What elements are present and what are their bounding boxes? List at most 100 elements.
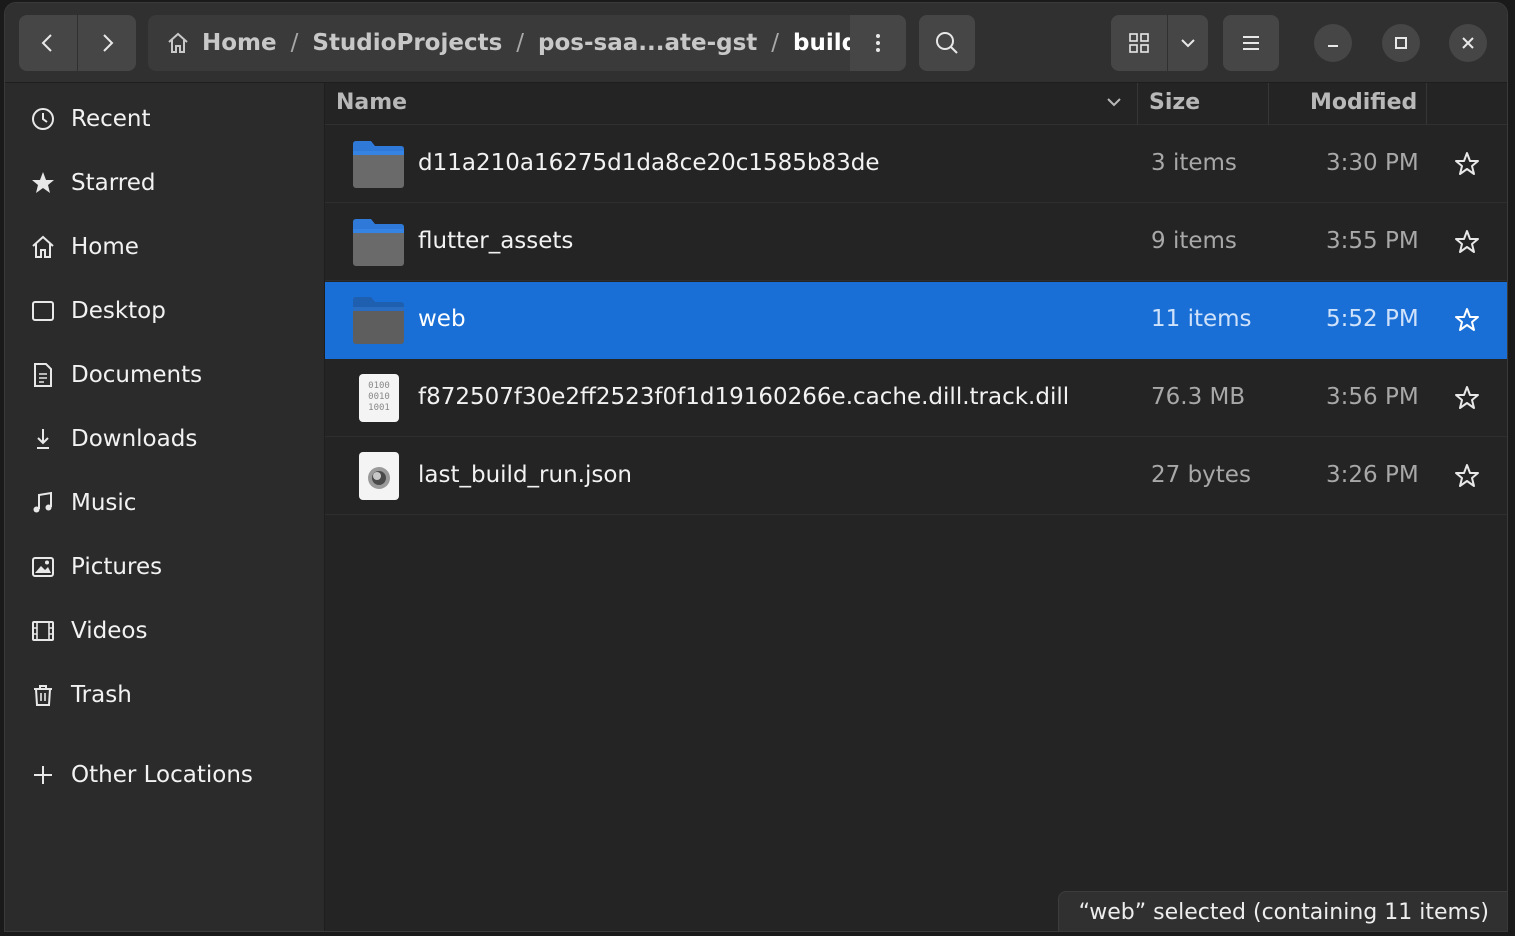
sidebar-item-home[interactable]: Home: [5, 219, 325, 275]
status-bar: “web” selected (containing 11 items): [1057, 891, 1507, 931]
file-size: 76.3 MB: [1151, 384, 1246, 410]
sidebar-item-other-locations[interactable]: Other Locations: [5, 747, 325, 803]
file-size: 27 bytes: [1151, 462, 1251, 488]
breadcrumb-separator: /: [516, 30, 525, 56]
music-icon: [27, 487, 59, 519]
sidebar-item-music[interactable]: Music: [5, 475, 325, 531]
folder-icon: [353, 141, 404, 188]
table-row-selected[interactable]: web 11 items 5:52 PM: [325, 282, 1507, 359]
main-menu-button[interactable]: [1223, 15, 1279, 71]
minimize-icon: [1328, 45, 1338, 47]
table-row[interactable]: flutter_assets 9 items 3:55 PM: [325, 204, 1507, 281]
sidebar-item-trash[interactable]: Trash: [5, 667, 325, 723]
trash-icon: [27, 679, 59, 711]
star-outline-icon[interactable]: [1453, 384, 1481, 412]
file-modified: 3:30 PM: [1326, 150, 1419, 176]
svg-text:0100: 0100: [368, 381, 390, 391]
star-outline-icon[interactable]: [1453, 306, 1481, 334]
sidebar-item-label: Starred: [71, 170, 156, 196]
picture-icon: [27, 551, 59, 583]
sidebar-item-label: Documents: [71, 362, 203, 388]
minimize-button[interactable]: [1314, 24, 1352, 62]
maximize-button[interactable]: [1382, 24, 1420, 62]
video-icon: [27, 615, 59, 647]
sidebar-item-downloads[interactable]: Downloads: [5, 411, 325, 467]
sidebar-item-starred[interactable]: Starred: [5, 155, 325, 211]
back-button[interactable]: [19, 15, 77, 71]
column-header: Name Size Modified: [325, 83, 1507, 125]
table-row[interactable]: 0100 0010 1001 f872507f30e2ff2523f0f1d1916…: [325, 360, 1507, 437]
sidebar-item-label: Videos: [71, 618, 148, 644]
column-name-header[interactable]: Name: [336, 90, 407, 115]
breadcrumb-separator: /: [290, 30, 299, 56]
sidebar-item-label: Home: [71, 234, 139, 260]
file-name: last_build_run.json: [418, 462, 632, 488]
plus-icon: [27, 759, 59, 791]
breadcrumb: Home / StudioProjects / pos-saa...ate-gs…: [148, 15, 906, 71]
star-outline-icon[interactable]: [1453, 462, 1481, 490]
view-options-dropdown[interactable]: [1168, 15, 1208, 71]
column-divider[interactable]: [1268, 83, 1269, 125]
sidebar-item-label: Recent: [71, 106, 151, 132]
file-modified: 3:55 PM: [1326, 228, 1419, 254]
sidebar-item-recent[interactable]: Recent: [5, 91, 325, 147]
svg-text:0010: 0010: [368, 392, 390, 402]
sidebar-item-label: Pictures: [71, 554, 163, 580]
chevron-down-icon: [1181, 39, 1195, 48]
svg-text:1001: 1001: [368, 403, 390, 413]
hamburger-menu-icon: [1243, 36, 1259, 50]
sidebar-item-pictures[interactable]: Pictures: [5, 539, 325, 595]
column-divider[interactable]: [1137, 83, 1138, 125]
column-divider[interactable]: [1426, 83, 1427, 125]
vertical-dots-icon: [876, 34, 880, 52]
file-size: 3 items: [1151, 150, 1237, 176]
chevron-right-icon: [103, 34, 114, 52]
sidebar-item-label: Music: [71, 490, 137, 516]
sidebar-item-label: Downloads: [71, 426, 198, 452]
status-text: “web” selected (containing 11 items): [1078, 900, 1489, 925]
file-modified: 5:52 PM: [1326, 306, 1419, 332]
close-button[interactable]: [1449, 24, 1487, 62]
sidebar: Recent Starred Home Desktop Documents Do…: [5, 83, 325, 931]
search-button[interactable]: [919, 15, 975, 71]
file-manager-window: Home / StudioProjects / pos-saa...ate-gs…: [4, 2, 1508, 932]
sidebar-item-label: Desktop: [71, 298, 166, 324]
column-modified-header[interactable]: Modified: [1310, 90, 1417, 115]
chevron-down-icon[interactable]: [1103, 91, 1125, 113]
file-size: 9 items: [1151, 228, 1237, 254]
star-outline-icon[interactable]: [1453, 228, 1481, 256]
json-file-icon: [359, 452, 399, 500]
breadcrumb-studioprojects[interactable]: StudioProjects: [312, 30, 502, 56]
file-list: Name Size Modified d11a210a16275d1da8ce2…: [325, 83, 1507, 931]
binary-file-icon: 010000101001: [359, 374, 399, 422]
desktop-icon: [27, 295, 59, 327]
file-name: d11a210a16275d1da8ce20c1585b83de: [418, 150, 880, 176]
search-icon: [936, 32, 958, 54]
chevron-left-icon: [41, 34, 52, 52]
breadcrumb-pos-saas[interactable]: pos-saa...ate-gst: [538, 30, 757, 56]
sidebar-item-label: Trash: [71, 682, 132, 708]
home-icon: [27, 231, 59, 263]
forward-button[interactable]: [78, 15, 136, 71]
grid-view-icon: [1129, 33, 1149, 53]
star-outline-icon[interactable]: [1453, 150, 1481, 178]
header-bar: Home / StudioProjects / pos-saa...ate-gs…: [5, 3, 1507, 83]
maximize-icon: [1395, 37, 1407, 49]
sidebar-item-videos[interactable]: Videos: [5, 603, 325, 659]
file-name: flutter_assets: [418, 228, 574, 254]
breadcrumb-build[interactable]: build: [793, 30, 858, 56]
sidebar-item-documents[interactable]: Documents: [5, 347, 325, 403]
folder-icon: [353, 219, 404, 266]
column-size-header[interactable]: Size: [1149, 90, 1200, 115]
sidebar-item-desktop[interactable]: Desktop: [5, 283, 325, 339]
breadcrumb-home[interactable]: Home: [202, 30, 277, 56]
star-icon: [27, 167, 59, 199]
table-row[interactable]: last_build_run.json 27 bytes 3:26 PM: [325, 438, 1507, 515]
download-icon: [27, 423, 59, 455]
file-modified: 3:56 PM: [1326, 384, 1419, 410]
table-row[interactable]: d11a210a16275d1da8ce20c1585b83de 3 items…: [325, 126, 1507, 203]
file-name: f872507f30e2ff2523f0f1d19160266e.cache.d…: [418, 384, 1070, 410]
grid-view-button[interactable]: [1111, 15, 1167, 71]
path-menu-button[interactable]: [850, 15, 906, 71]
file-modified: 3:26 PM: [1326, 462, 1419, 488]
